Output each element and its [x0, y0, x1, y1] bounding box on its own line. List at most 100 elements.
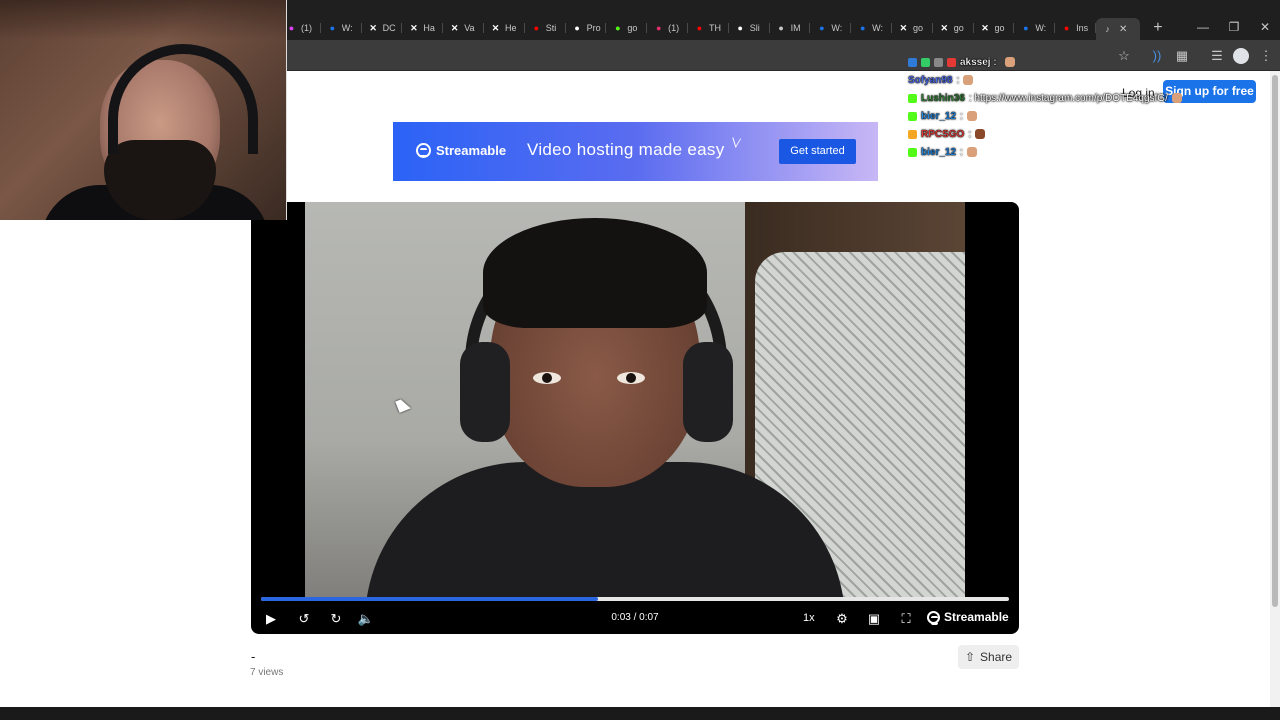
- playback-speed-button[interactable]: 1x: [803, 612, 815, 624]
- browser-tab[interactable]: ✕ go: [933, 18, 974, 38]
- chat-emote-icon: [1004, 57, 1015, 67]
- tiktok-icon: ●: [574, 22, 580, 33]
- browser-tab[interactable]: ● W:: [810, 18, 851, 38]
- minimize-icon[interactable]: —: [1188, 18, 1218, 36]
- restore-icon[interactable]: ❐: [1219, 18, 1249, 36]
- video-person-eye-right: [617, 372, 645, 384]
- video-person-hair: [483, 218, 707, 328]
- webcam-headphones: [108, 44, 258, 154]
- share-icon: ⇧: [964, 650, 976, 664]
- chat-text: :: [968, 128, 972, 140]
- profile-avatar-icon[interactable]: [1233, 48, 1249, 64]
- banner-brand: Streamable: [436, 143, 507, 158]
- chat-badge-icon: [934, 57, 943, 67]
- chat-emote-icon: [966, 111, 977, 121]
- menu-kebab-icon[interactable]: ⋮: [1258, 48, 1274, 64]
- tab-title: go: [953, 23, 964, 33]
- chat-text: : https://www.instagram.com/p/DOTE4qgsfG…: [968, 92, 1168, 104]
- browser-tab[interactable]: ● Ins: [1055, 18, 1096, 38]
- browser-tab[interactable]: ● TH: [688, 18, 729, 38]
- streamable-icon: ●: [329, 22, 336, 33]
- browser-tab[interactable]: ✕ go: [892, 18, 933, 38]
- player-brand[interactable]: Streamable: [927, 610, 1009, 625]
- close-window-icon[interactable]: ✕: [1250, 18, 1280, 36]
- page-scrollbar[interactable]: [1270, 71, 1280, 707]
- chat-overlay: akssej : Sofyan98: Lushin36: https://www.i…: [908, 53, 1208, 161]
- active-browser-tab[interactable]: ♪ ✕: [1095, 18, 1140, 40]
- notification-icon: ●: [288, 22, 295, 33]
- new-tab-icon[interactable]: +: [1146, 19, 1170, 37]
- kick-icon: ●: [615, 22, 621, 33]
- share-button[interactable]: ⇧ Share: [958, 645, 1019, 669]
- tab-title: go: [994, 23, 1005, 33]
- streamable-logo-icon: [927, 610, 940, 625]
- browser-tab[interactable]: ● (1): [647, 18, 688, 38]
- picture-in-picture-icon[interactable]: ▣: [864, 609, 884, 629]
- x-icon: ✕: [369, 22, 377, 33]
- forward-icon[interactable]: ↻: [326, 609, 346, 629]
- browser-tab[interactable]: ● Sti: [525, 18, 566, 38]
- browser-tab[interactable]: ✕ Va: [443, 18, 484, 38]
- tab-title: He: [504, 23, 517, 33]
- chat-emote-icon: [975, 129, 986, 139]
- browser-tab[interactable]: ✕ Ha: [402, 18, 443, 38]
- webcam-overlay: [0, 0, 287, 220]
- settings-gear-icon[interactable]: ⚙: [832, 609, 852, 629]
- browser-tab[interactable]: ● W:: [321, 18, 362, 38]
- browser-tab[interactable]: ● W:: [1014, 18, 1055, 38]
- ad-banner[interactable]: Streamable Video hosting made easy ∖⁄ Ge…: [393, 122, 878, 181]
- x-icon: ✕: [491, 22, 500, 33]
- browser-tab[interactable]: ✕ go: [974, 18, 1015, 38]
- x-icon: ✕: [410, 22, 418, 33]
- tab-title: Va: [464, 23, 475, 33]
- chat-badge-icon: [908, 147, 917, 157]
- rewind-icon[interactable]: ↺: [294, 609, 314, 629]
- browser-tab[interactable]: ● Pro: [566, 18, 607, 38]
- tab-title: TH: [708, 23, 721, 33]
- chat-username: RPCSGO: [921, 128, 965, 140]
- progress-bar[interactable]: [261, 597, 1009, 601]
- chat-text: :: [960, 110, 963, 122]
- tab-title: DC: [382, 23, 396, 33]
- banner-tagline: Video hosting made easy: [527, 140, 725, 159]
- chat-message: Sofyan98:: [908, 71, 1208, 89]
- chat-badge-icon: [908, 111, 917, 121]
- chat-username: Sofyan98: [908, 74, 953, 86]
- tab-title: IM: [790, 23, 801, 33]
- close-tab-icon[interactable]: ✕: [1119, 24, 1127, 35]
- chat-badge-icon: [908, 57, 917, 67]
- fullscreen-icon[interactable]: ⛶: [896, 609, 916, 629]
- chat-username: bier_12: [921, 146, 957, 158]
- chat-username: Lushin36: [921, 92, 965, 104]
- play-icon[interactable]: ▶: [261, 609, 281, 629]
- youtube-icon: ●: [533, 22, 539, 33]
- chat-emote-icon: [1171, 93, 1182, 103]
- globe-icon: ●: [778, 22, 784, 33]
- chat-message: akssej :: [908, 53, 1208, 71]
- volume-icon[interactable]: 🔈: [356, 609, 376, 629]
- browser-tab[interactable]: ✕ DC: [362, 18, 403, 38]
- browser-tab[interactable]: ● go: [606, 18, 647, 38]
- tab-title: Sti: [545, 23, 557, 33]
- tab-title: go: [912, 23, 923, 33]
- instagram-icon: ●: [655, 22, 662, 33]
- chat-badge-icon: [947, 57, 956, 67]
- streamable-icon: ●: [1023, 22, 1029, 33]
- scroll-thumb[interactable]: [1272, 75, 1278, 607]
- browser-tab[interactable]: ✕ He: [484, 18, 525, 38]
- x-icon: ✕: [899, 22, 908, 33]
- chat-message: Lushin36: https://www.instagram.com/p/DO…: [908, 89, 1208, 107]
- tab-title: W:: [831, 23, 843, 33]
- browser-tab[interactable]: ● W:: [851, 18, 892, 38]
- player-brand-label: Streamable: [944, 610, 1009, 624]
- speaker-icon[interactable]: ♪: [1102, 24, 1113, 35]
- browser-tab[interactable]: ● Sli: [729, 18, 770, 38]
- webcam-closeup-face: [0, 0, 286, 40]
- media-controls-icon[interactable]: ☰: [1209, 48, 1225, 64]
- chat-emote-icon: [963, 75, 974, 85]
- browser-tab[interactable]: ● IM: [770, 18, 811, 38]
- video-player[interactable]: ▶ ↺ ↻ 🔈 0:03 / 0:07 1x ⚙ ▣ ⛶ Streamable: [251, 202, 1019, 634]
- chat-message: RPCSGO:: [908, 125, 1208, 143]
- x-icon: ✕: [940, 22, 949, 33]
- get-started-button[interactable]: Get started: [779, 139, 856, 164]
